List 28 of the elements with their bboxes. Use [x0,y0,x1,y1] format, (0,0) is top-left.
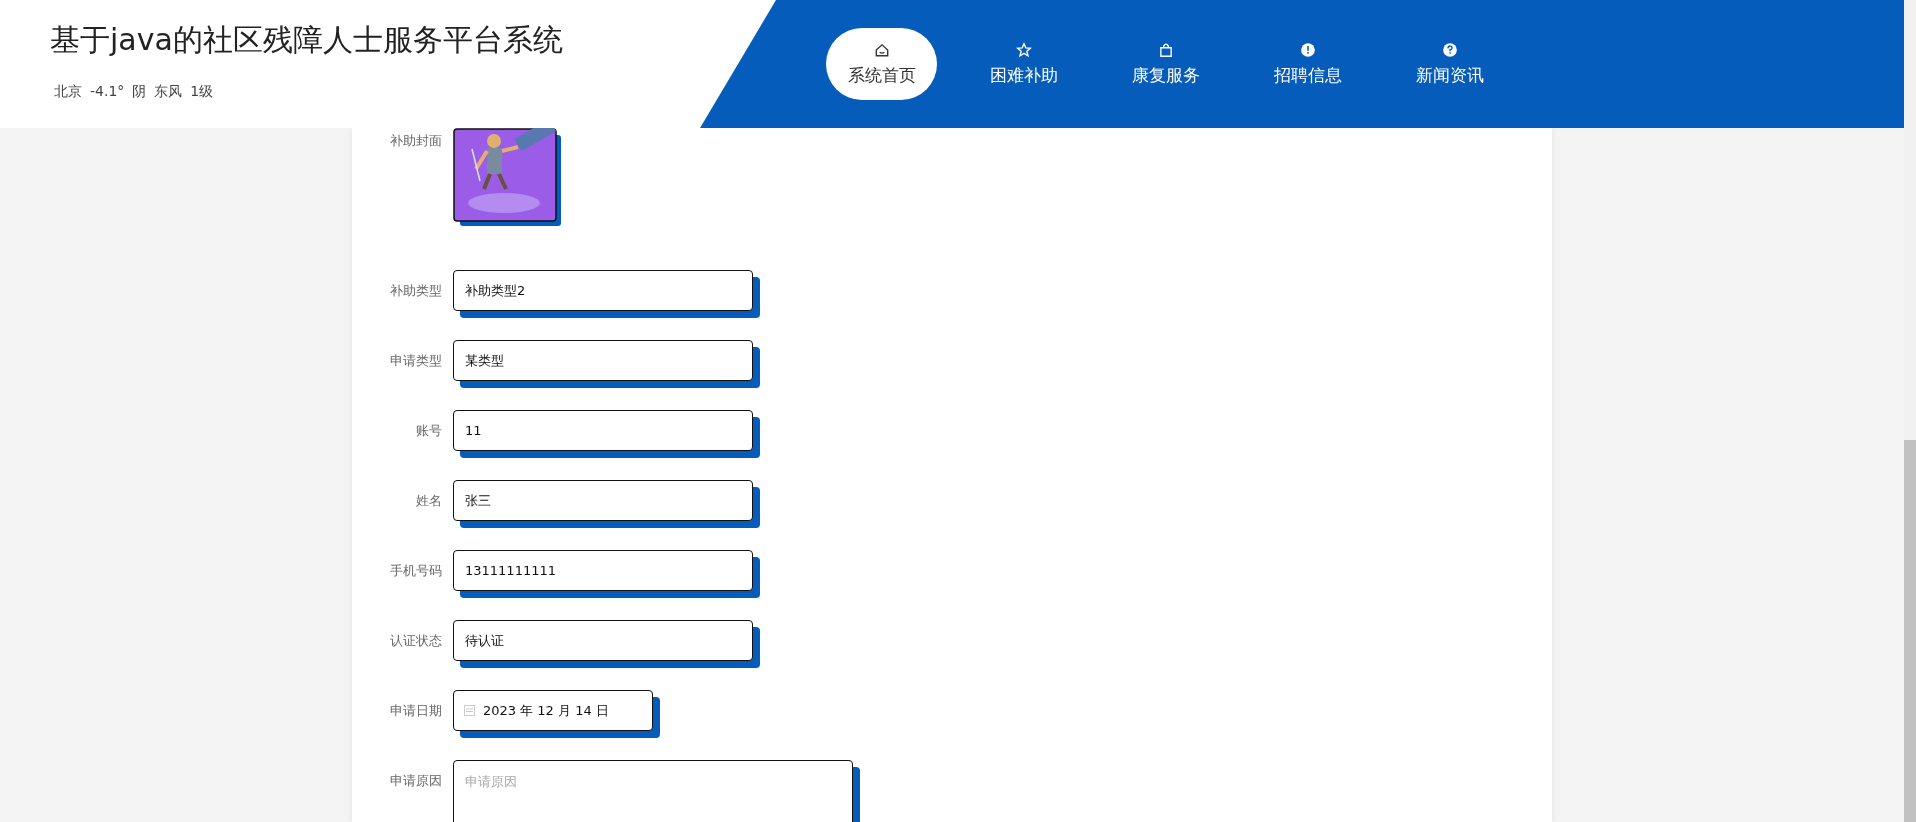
field-label: 申请日期 [389,702,442,720]
field-label: 认证状态 [389,632,442,650]
bag-icon [1157,41,1174,58]
nav-tab[interactable]: 康复服务 [1110,28,1221,100]
field-label: 手机号码 [389,562,442,580]
field-label: 申请类型 [389,352,442,370]
field-label: 补助类型 [389,282,442,300]
weather-text: 东风 [154,83,183,101]
star-icon [1015,41,1032,58]
nav-tab[interactable]: 系统首页 [826,28,937,100]
text-area[interactable]: 申请原因 [453,760,853,822]
house-icon [873,41,890,58]
calendar-icon [464,705,475,716]
weather-text: 北京 [54,83,82,101]
question-circle-icon [1441,41,1458,58]
field-label: 账号 [415,422,442,440]
nav-tab[interactable]: 困难补助 [968,28,1079,100]
weather-text: -4.1° [90,83,125,101]
exclamation-circle-icon [1299,41,1316,58]
nav-tab[interactable]: 招聘信息 [1252,28,1363,100]
nav-tab[interactable]: 新闻资讯 [1394,28,1505,100]
field-label: 申请原因 [389,772,442,790]
scrollbar-thumb[interactable] [1904,440,1916,822]
weather-text: 1级 [190,83,214,101]
field-label: 姓名 [415,492,442,510]
weather-text: 阴 [132,83,147,101]
site-title: 基于java的社区残障人士服务平台系统 [50,21,564,59]
field-label: 补助封面 [389,132,442,150]
